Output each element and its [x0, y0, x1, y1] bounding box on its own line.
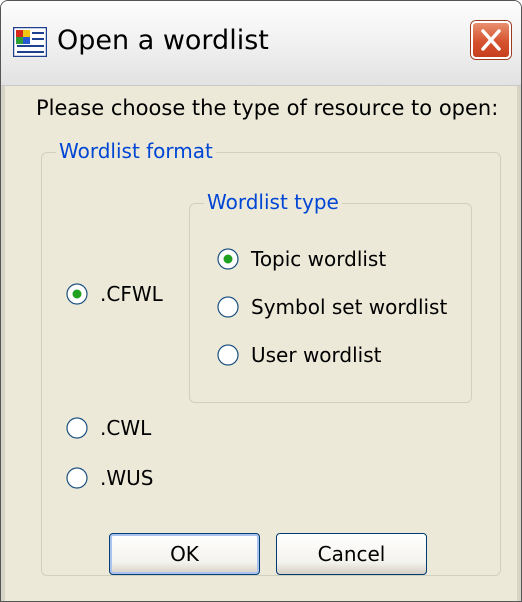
- radio-cwl-label: .CWL: [100, 416, 152, 440]
- radio-topic-wordlist[interactable]: Topic wordlist: [217, 244, 386, 274]
- radio-user-wordlist[interactable]: User wordlist: [217, 340, 381, 370]
- wordlist-format-label: Wordlist format: [56, 138, 216, 164]
- radio-wus[interactable]: .WUS: [66, 463, 153, 493]
- radio-cfwl-label: .CFWL: [100, 282, 163, 306]
- dialog-window: Open a wordlist Please choose the type o…: [0, 0, 522, 602]
- close-button[interactable]: [471, 21, 511, 59]
- cancel-button[interactable]: Cancel: [276, 533, 427, 575]
- radio-unselected-icon: [217, 296, 239, 318]
- radio-unselected-icon: [66, 467, 88, 489]
- radio-cfwl[interactable]: .CFWL: [66, 279, 163, 309]
- wordlist-type-label: Wordlist type: [204, 189, 342, 215]
- radio-wus-label: .WUS: [100, 466, 154, 490]
- radio-unselected-icon: [66, 417, 88, 439]
- radio-unselected-icon: [217, 344, 239, 366]
- close-icon: [481, 29, 501, 51]
- dialog-body: Please choose the type of resource to op…: [1, 86, 521, 601]
- window-title: Open a wordlist: [57, 25, 269, 56]
- radio-topic-wordlist-label: Topic wordlist: [251, 247, 387, 271]
- prompt-text: Please choose the type of resource to op…: [36, 96, 499, 120]
- radio-symbol-set-wordlist[interactable]: Symbol set wordlist: [217, 292, 447, 322]
- radio-selected-icon: [217, 248, 239, 270]
- title-bar[interactable]: Open a wordlist: [1, 1, 521, 86]
- radio-symbol-set-wordlist-label: Symbol set wordlist: [251, 295, 448, 319]
- radio-cwl[interactable]: .CWL: [66, 413, 151, 443]
- ok-button[interactable]: OK: [109, 533, 260, 575]
- radio-selected-icon: [66, 283, 88, 305]
- wordlist-app-icon: [13, 27, 47, 57]
- radio-user-wordlist-label: User wordlist: [251, 343, 382, 367]
